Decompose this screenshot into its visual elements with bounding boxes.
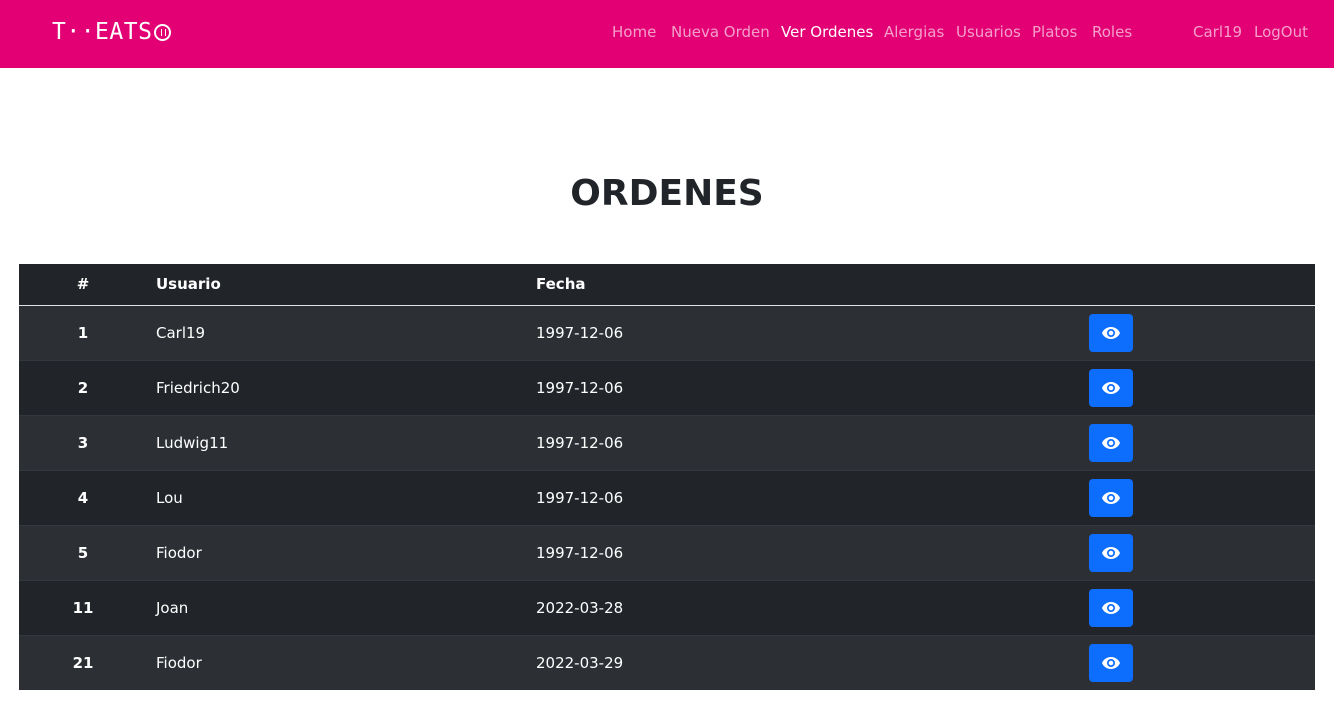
page-title: ORDENES	[570, 173, 764, 214]
orders-table: # Usuario Fecha 1 Carl19 1997-12-06 2 Fr…	[19, 264, 1315, 690]
row-action-cell	[1089, 635, 1315, 690]
eye-icon	[1102, 491, 1120, 504]
row-date: 2022-03-29	[536, 653, 624, 672]
row-id: 1	[77, 323, 89, 342]
header-actions	[1089, 264, 1315, 305]
view-order-button[interactable]	[1089, 643, 1133, 682]
view-order-button[interactable]	[1089, 533, 1133, 572]
navbar: T··EATS Home Nueva Orden Ver Ordenes Ale…	[0, 0, 1334, 68]
row-action-cell	[1089, 305, 1315, 360]
eye-icon	[1102, 326, 1120, 339]
header-usuario: Usuario	[156, 275, 221, 294]
row-user: Joan	[156, 598, 189, 617]
row-date: 1997-12-06	[536, 488, 624, 507]
row-action-cell	[1089, 580, 1315, 635]
row-user: Friedrich20	[156, 378, 240, 397]
table-row: 21 Fiodor 2022-03-29	[19, 635, 1315, 690]
row-id: 3	[77, 433, 89, 452]
view-order-button[interactable]	[1089, 588, 1133, 627]
row-user: Fiodor	[156, 653, 202, 672]
nav-link-home[interactable]: Home	[612, 20, 656, 44]
table-row: 5 Fiodor 1997-12-06	[19, 525, 1315, 580]
row-date: 2022-03-28	[536, 598, 624, 617]
view-order-button[interactable]	[1089, 423, 1133, 462]
view-order-button[interactable]	[1089, 478, 1133, 517]
row-action-cell	[1089, 525, 1315, 580]
header-number: #	[76, 275, 90, 294]
orders-table-wrapper: # Usuario Fecha 1 Carl19 1997-12-06 2 Fr…	[19, 264, 1315, 690]
table-row: 1 Carl19 1997-12-06	[19, 305, 1315, 360]
nav-link-platos[interactable]: Platos	[1032, 20, 1077, 44]
nav-links: Home Nueva Orden Ver Ordenes Alergias Us…	[0, 20, 1334, 44]
nav-link-ver-ordenes[interactable]: Ver Ordenes	[781, 20, 873, 44]
table-row: 4 Lou 1997-12-06	[19, 470, 1315, 525]
row-action-cell	[1089, 360, 1315, 415]
row-date: 1997-12-06	[536, 323, 624, 342]
row-user: Carl19	[156, 323, 206, 342]
table-row: 3 Ludwig11 1997-12-06	[19, 415, 1315, 470]
nav-link-logout[interactable]: LogOut	[1254, 20, 1308, 44]
view-order-button[interactable]	[1089, 313, 1133, 352]
table-row: 2 Friedrich20 1997-12-06	[19, 360, 1315, 415]
table-header-row: # Usuario Fecha	[19, 264, 1315, 305]
table-row: 11 Joan 2022-03-28	[19, 580, 1315, 635]
nav-link-usuarios[interactable]: Usuarios	[956, 20, 1021, 44]
nav-link-roles[interactable]: Roles	[1092, 20, 1132, 44]
row-id: 2	[77, 378, 89, 397]
eye-icon	[1102, 601, 1120, 614]
row-action-cell	[1089, 415, 1315, 470]
view-order-button[interactable]	[1089, 368, 1133, 407]
row-date: 1997-12-06	[536, 543, 624, 562]
row-id: 21	[72, 653, 94, 672]
row-user: Lou	[156, 488, 183, 507]
eye-icon	[1102, 546, 1120, 559]
eye-icon	[1102, 656, 1120, 669]
row-date: 1997-12-06	[536, 378, 624, 397]
row-id: 5	[77, 543, 89, 562]
eye-icon	[1102, 381, 1120, 394]
eye-icon	[1102, 436, 1120, 449]
nav-link-alergias[interactable]: Alergias	[884, 20, 944, 44]
header-fecha: Fecha	[536, 275, 586, 294]
row-user: Fiodor	[156, 543, 202, 562]
row-user: Ludwig11	[156, 433, 229, 452]
row-id: 11	[72, 598, 94, 617]
row-date: 1997-12-06	[536, 433, 624, 452]
row-id: 4	[77, 488, 89, 507]
nav-link-user[interactable]: Carl19	[1193, 20, 1242, 44]
nav-link-nueva-orden[interactable]: Nueva Orden	[671, 20, 770, 44]
row-action-cell	[1089, 470, 1315, 525]
